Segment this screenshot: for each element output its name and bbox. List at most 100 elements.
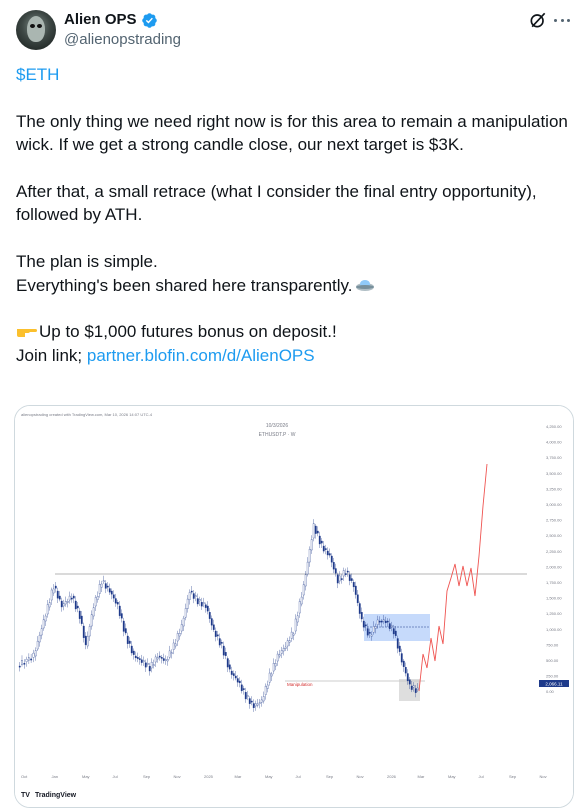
candle-down	[82, 625, 85, 638]
x-tick-label: Nov	[174, 774, 181, 779]
x-tick-label: Sep	[326, 774, 334, 779]
candle-up	[27, 657, 30, 661]
author-block: Alien OPS @alienopstrading	[64, 10, 181, 50]
candle-down	[324, 548, 327, 550]
candle-up	[168, 650, 171, 658]
candle-down	[212, 624, 215, 630]
paragraph-1: The only thing we need right now is for …	[16, 111, 573, 155]
candle-up	[300, 596, 303, 605]
candle-up	[258, 702, 261, 704]
candle-up	[188, 592, 191, 600]
candle-up	[374, 626, 377, 629]
candle-down	[204, 604, 207, 608]
candle-down	[160, 657, 163, 659]
candle-up	[98, 584, 101, 594]
candle-up	[64, 601, 67, 605]
candle-up	[416, 687, 419, 690]
candle-down	[206, 605, 209, 612]
tradingview-chart: alienopstrading created with TradingView…	[15, 406, 573, 807]
candle-up	[292, 633, 295, 636]
y-tick-label: 750.00	[546, 642, 559, 647]
tradingview-watermark: TradingView	[35, 792, 77, 799]
candle-down	[220, 642, 223, 644]
more-icon[interactable]	[552, 10, 572, 30]
candle-down	[388, 623, 391, 629]
handle[interactable]: @alienopstrading	[64, 30, 181, 50]
candle-up	[152, 664, 155, 666]
candle-down	[54, 585, 57, 589]
display-name[interactable]: Alien OPS	[64, 10, 137, 30]
candle-down	[136, 657, 139, 659]
candle-down	[340, 578, 343, 580]
candle-up	[262, 696, 265, 702]
candle-down	[366, 628, 369, 636]
candle-down	[214, 630, 217, 637]
candle-up	[308, 549, 311, 563]
candle-up	[164, 659, 167, 661]
candle-up	[48, 602, 51, 608]
x-tick-label: Nov	[357, 774, 364, 779]
candle-down	[242, 688, 245, 690]
candle-down	[346, 570, 349, 573]
candle-down	[23, 662, 26, 665]
candle-down	[210, 618, 213, 626]
candle-up	[94, 597, 97, 607]
candle-down	[162, 658, 165, 661]
candle-down	[80, 615, 83, 624]
candle-down	[384, 620, 387, 624]
paragraph-3b-text: Everything's been shared here transparen…	[16, 275, 353, 295]
candle-down	[138, 658, 141, 660]
avatar-eye-right	[37, 24, 42, 28]
candle-down	[58, 595, 61, 600]
x-tick-label: May	[82, 774, 90, 779]
candle-down	[392, 628, 395, 635]
author-name-row[interactable]: Alien OPS	[64, 10, 158, 30]
y-tick-label: 250.00	[546, 674, 559, 679]
candle-down	[378, 620, 381, 623]
candle-up	[96, 596, 99, 600]
candle-down	[122, 620, 125, 632]
candle-down	[116, 602, 119, 605]
candle-up	[296, 615, 299, 623]
grok-icon[interactable]	[528, 10, 548, 30]
candle-up	[156, 657, 159, 660]
post-text: $ETH The only thing we need right now is…	[16, 63, 572, 367]
chart-image[interactable]: alienopstrading created with TradingView…	[14, 405, 574, 808]
candle-up	[180, 624, 183, 632]
candle-up	[342, 570, 345, 577]
candle-down	[406, 673, 409, 682]
candle-down	[396, 638, 399, 649]
candle-up	[176, 633, 179, 642]
candle-up	[274, 663, 277, 667]
y-tick-label: 0.00	[546, 689, 555, 694]
verified-badge-icon	[141, 12, 157, 28]
candle-up	[280, 650, 283, 654]
candle-up	[298, 601, 301, 614]
candle-down	[402, 660, 405, 667]
candle-down	[356, 594, 359, 604]
candle-up	[282, 648, 285, 652]
post-header: Alien OPS @alienopstrading	[16, 10, 572, 54]
candle-up	[40, 628, 43, 636]
x-tick-label: Sep	[143, 774, 151, 779]
alien-avatar-icon	[27, 16, 45, 42]
candle-up	[102, 580, 105, 583]
candle-down	[148, 666, 151, 672]
candle-down	[126, 635, 129, 644]
candle-up	[284, 646, 287, 649]
x-tick-label: Mar	[235, 774, 243, 779]
avatar[interactable]	[16, 10, 56, 50]
candle-down	[158, 655, 161, 658]
candle-up	[186, 598, 189, 609]
candle-down	[124, 628, 127, 634]
candle-down	[240, 684, 243, 692]
candle-up	[52, 588, 55, 594]
candle-up	[92, 607, 95, 617]
candle-down	[72, 595, 75, 599]
more-dot	[554, 18, 557, 22]
candle-down	[330, 555, 333, 563]
candle-up	[370, 634, 373, 637]
join-link[interactable]: partner.blofin.com/d/AlienOPS	[87, 346, 315, 365]
candle-down	[84, 635, 87, 646]
cashtag-link[interactable]: $ETH	[16, 65, 59, 84]
